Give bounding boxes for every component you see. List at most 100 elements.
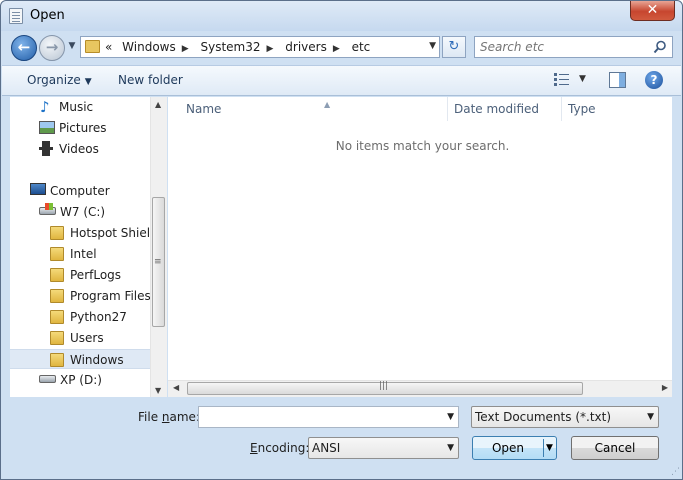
- column-header-date-modified[interactable]: Date modified: [447, 97, 561, 121]
- nav-item-intel[interactable]: Intel: [10, 244, 150, 264]
- nav-item-label: Users: [70, 331, 104, 345]
- scroll-left-icon[interactable]: ◀: [173, 383, 179, 392]
- file-list-horizontal-scrollbar[interactable]: ◀ ||| ▶: [168, 380, 672, 397]
- nav-item-label: Videos: [59, 142, 99, 156]
- encoding-label-suffix: ncoding:: [257, 441, 310, 455]
- chevron-down-icon[interactable]: ▼: [447, 443, 454, 453]
- scroll-down-icon[interactable]: ▼: [155, 386, 161, 395]
- breadcrumb-item-drivers[interactable]: drivers: [285, 40, 327, 54]
- file-list[interactable]: Name ▲ Date modified Type No items match…: [168, 97, 672, 397]
- split-divider: [543, 439, 544, 457]
- folder-icon: [50, 247, 64, 261]
- column-header-type[interactable]: Type: [561, 97, 651, 121]
- nav-item-label: Hotspot Shield: [70, 226, 150, 240]
- nav-item-perflogs[interactable]: PerfLogs: [10, 265, 150, 285]
- open-options-dropdown-icon[interactable]: ▼: [546, 437, 553, 459]
- breadcrumb-overflow[interactable]: «: [105, 40, 112, 54]
- empty-message: No items match your search.: [335, 139, 510, 153]
- nav-item-drive-d[interactable]: XP (D:): [10, 370, 150, 390]
- navigation-pane: ♪ Music Pictures Videos Computer W7 (C:)…: [10, 97, 150, 397]
- nav-item-users[interactable]: Users: [10, 328, 150, 348]
- nav-item-label: Intel: [70, 247, 97, 261]
- address-bar[interactable]: « Windows ▶ System32 ▶ drivers ▶ etc ▼: [80, 36, 440, 58]
- drive-icon: [39, 375, 56, 383]
- nav-item-music[interactable]: ♪ Music: [10, 97, 150, 117]
- file-type-select[interactable]: Text Documents (*.txt) ▼: [471, 406, 659, 428]
- organize-button[interactable]: Organize ▼: [27, 73, 92, 87]
- breadcrumb-item-system32[interactable]: System32: [201, 40, 261, 54]
- scroll-up-icon[interactable]: ▲: [155, 100, 161, 109]
- drive-icon: [39, 203, 56, 215]
- folder-icon: [50, 310, 64, 324]
- navigation-pane-scrollbar[interactable]: ▲ ≡ ▼: [150, 97, 167, 397]
- nav-item-pictures[interactable]: Pictures: [10, 118, 150, 138]
- breadcrumb-item-etc[interactable]: etc: [352, 40, 371, 54]
- file-name-label-prefix: File: [138, 410, 162, 424]
- nav-item-hotspot-shield[interactable]: Hotspot Shield: [10, 223, 150, 243]
- encoding-select[interactable]: ANSI ▼: [308, 437, 459, 459]
- chevron-right-icon[interactable]: ▶: [267, 44, 274, 54]
- forward-button[interactable]: →: [39, 35, 65, 61]
- column-header-label: Name: [186, 102, 222, 116]
- nav-item-videos[interactable]: Videos: [10, 139, 150, 159]
- preview-pane-icon[interactable]: [609, 72, 626, 88]
- chevron-down-icon[interactable]: ▼: [647, 412, 654, 422]
- back-button[interactable]: ←: [11, 35, 37, 61]
- windows-logo-icon: [45, 203, 53, 210]
- cancel-button[interactable]: Cancel: [571, 436, 659, 460]
- breadcrumb: « Windows ▶ System32 ▶ drivers ▶ etc: [105, 40, 376, 56]
- chevron-right-icon[interactable]: ▶: [333, 44, 340, 54]
- folder-icon: [50, 331, 64, 345]
- nav-item-label: Pictures: [59, 121, 107, 135]
- nav-item-python27[interactable]: Python27: [10, 307, 150, 327]
- sort-ascending-icon: ▲: [324, 100, 331, 109]
- nav-item-computer[interactable]: Computer: [10, 181, 150, 201]
- nav-item-label: Windows: [70, 353, 124, 367]
- file-name-field[interactable]: ▼: [198, 406, 459, 428]
- grip-icon: ≡: [154, 257, 162, 267]
- chevron-down-icon: ▼: [84, 77, 92, 87]
- encoding-value: ANSI: [312, 441, 341, 455]
- search-input[interactable]: [480, 39, 650, 55]
- close-button[interactable]: ✕: [630, 1, 675, 21]
- nav-item-program-files[interactable]: Program Files: [10, 286, 150, 306]
- refresh-button[interactable]: ↻: [442, 36, 466, 58]
- recent-pages-dropdown-icon[interactable]: ▼: [67, 41, 77, 53]
- new-folder-button[interactable]: New folder: [118, 73, 183, 87]
- pictures-icon: [39, 121, 55, 134]
- file-type-value: Text Documents (*.txt): [475, 410, 612, 424]
- folder-icon: [50, 353, 64, 367]
- chevron-down-icon[interactable]: ▼: [447, 412, 454, 422]
- scroll-right-icon[interactable]: ▶: [662, 383, 668, 392]
- title-bar: Open ✕: [1, 1, 682, 31]
- nav-item-windows[interactable]: Windows: [10, 349, 150, 369]
- folder-icon: [50, 289, 64, 303]
- command-toolbar: Organize ▼ New folder ▼ ?: [2, 65, 681, 96]
- chevron-right-icon[interactable]: ▶: [182, 44, 189, 54]
- nav-item-label: XP (D:): [60, 373, 102, 387]
- nav-item-label: Python27: [70, 310, 127, 324]
- open-button[interactable]: Open ▼: [472, 436, 557, 460]
- resize-grip-icon[interactable]: ⋰: [671, 467, 680, 477]
- folder-icon: [85, 40, 100, 53]
- view-options-dropdown-icon[interactable]: ▼: [579, 74, 586, 84]
- music-icon: ♪: [40, 98, 50, 116]
- search-box[interactable]: [474, 36, 673, 58]
- column-header-name[interactable]: Name ▲: [186, 97, 441, 121]
- computer-icon: [30, 183, 46, 195]
- breadcrumb-item-windows[interactable]: Windows: [122, 40, 176, 54]
- nav-item-label: Computer: [50, 184, 110, 198]
- file-name-label: File name:: [138, 410, 200, 424]
- nav-item-label: W7 (C:): [60, 205, 106, 219]
- chevron-down-icon[interactable]: ▼: [429, 41, 436, 51]
- open-dialog: Open ✕ ← → ▼ « Windows ▶ System32 ▶ driver…: [0, 0, 683, 480]
- nav-item-drive-c[interactable]: W7 (C:): [10, 202, 150, 222]
- videos-icon: [39, 141, 53, 156]
- refresh-icon: ↻: [448, 39, 460, 54]
- search-icon[interactable]: [653, 40, 667, 54]
- open-button-label: Open: [491, 441, 525, 455]
- change-view-icon[interactable]: [554, 72, 570, 86]
- organize-label: Organize: [27, 73, 81, 87]
- help-icon[interactable]: ?: [645, 71, 663, 89]
- column-header-label: Date modified: [454, 102, 540, 116]
